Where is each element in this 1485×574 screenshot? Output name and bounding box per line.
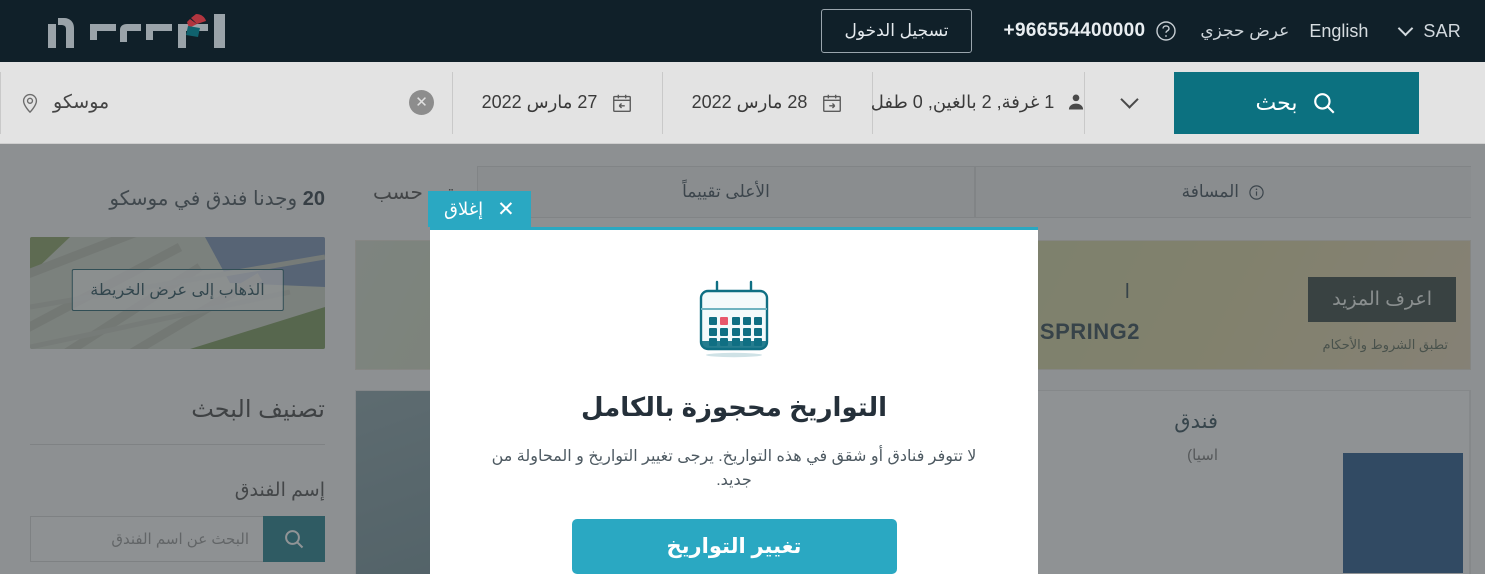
occupancy-field[interactable]: 1 غرفة, 2 بالغين, 0 طفل [870, 71, 1086, 134]
modal-close-button[interactable]: إغلاق ✕ [428, 191, 531, 227]
more-options-toggle[interactable] [1084, 71, 1174, 134]
search-button[interactable]: بحث [1174, 71, 1419, 134]
close-icon: ✕ [497, 197, 515, 221]
chevron-down-icon [1120, 89, 1139, 109]
dates-unavailable-modal: التواريخ محجوزة بالكامل لا تتوفر فنادق أ… [430, 227, 1038, 574]
page-root: تسجيل الدخول +966554400000 عرض حجزي Engl… [0, 0, 1485, 574]
support-phone[interactable]: +966554400000 [1004, 19, 1179, 43]
change-dates-button[interactable]: تغيير التواريخ [571, 519, 897, 574]
modal-title: التواريخ محجوزة بالكامل [580, 392, 888, 422]
occupancy-value: 1 غرفة, 2 بالغين, 0 طفل [870, 92, 1055, 112]
search-button-label: بحث [1255, 89, 1298, 115]
language-switch-link[interactable]: English [1309, 21, 1368, 42]
search-bar: موسكو ✕ 27 مارس 2022 28 مارس 2022 1 غرفة… [0, 62, 1485, 144]
checkout-date-value: 28 مارس 2022 [691, 92, 808, 112]
modal-close-label: إغلاق [444, 198, 484, 219]
currency-value: SAR [1423, 20, 1461, 41]
destination-value: موسكو [53, 92, 110, 113]
top-header-bar: تسجيل الدخول +966554400000 عرض حجزي Engl… [0, 0, 1485, 62]
my-booking-link[interactable]: عرض حجزي [1200, 21, 1289, 41]
checkin-date-value: 27 مارس 2022 [481, 92, 598, 112]
clear-destination-button[interactable]: ✕ [409, 90, 434, 115]
calendar-arrow-in-icon [611, 92, 633, 114]
phone-number: +966554400000 [1003, 20, 1146, 41]
location-pin-icon [19, 92, 41, 114]
chevron-down-icon [1398, 20, 1414, 37]
login-button[interactable]: تسجيل الدخول [821, 9, 972, 53]
header-actions: تسجيل الدخول +966554400000 عرض حجزي Engl… [821, 9, 1469, 53]
search-icon [1314, 92, 1335, 114]
almosafer-logo[interactable] [24, 9, 234, 53]
person-icon [1064, 92, 1086, 114]
calendar-arrow-out-icon [821, 92, 843, 114]
calendar-icon [695, 278, 773, 362]
currency-selector[interactable]: SAR [1390, 21, 1461, 42]
checkout-date-field[interactable]: 28 مارس 2022 [662, 71, 872, 134]
modal-body-text: لا تتوفر فنادق أو شقق في هذه التواريخ. ي… [491, 448, 977, 489]
checkin-date-field[interactable]: 27 مارس 2022 [452, 71, 662, 134]
destination-field[interactable]: موسكو ✕ [0, 71, 452, 134]
headset-icon [1154, 19, 1178, 43]
